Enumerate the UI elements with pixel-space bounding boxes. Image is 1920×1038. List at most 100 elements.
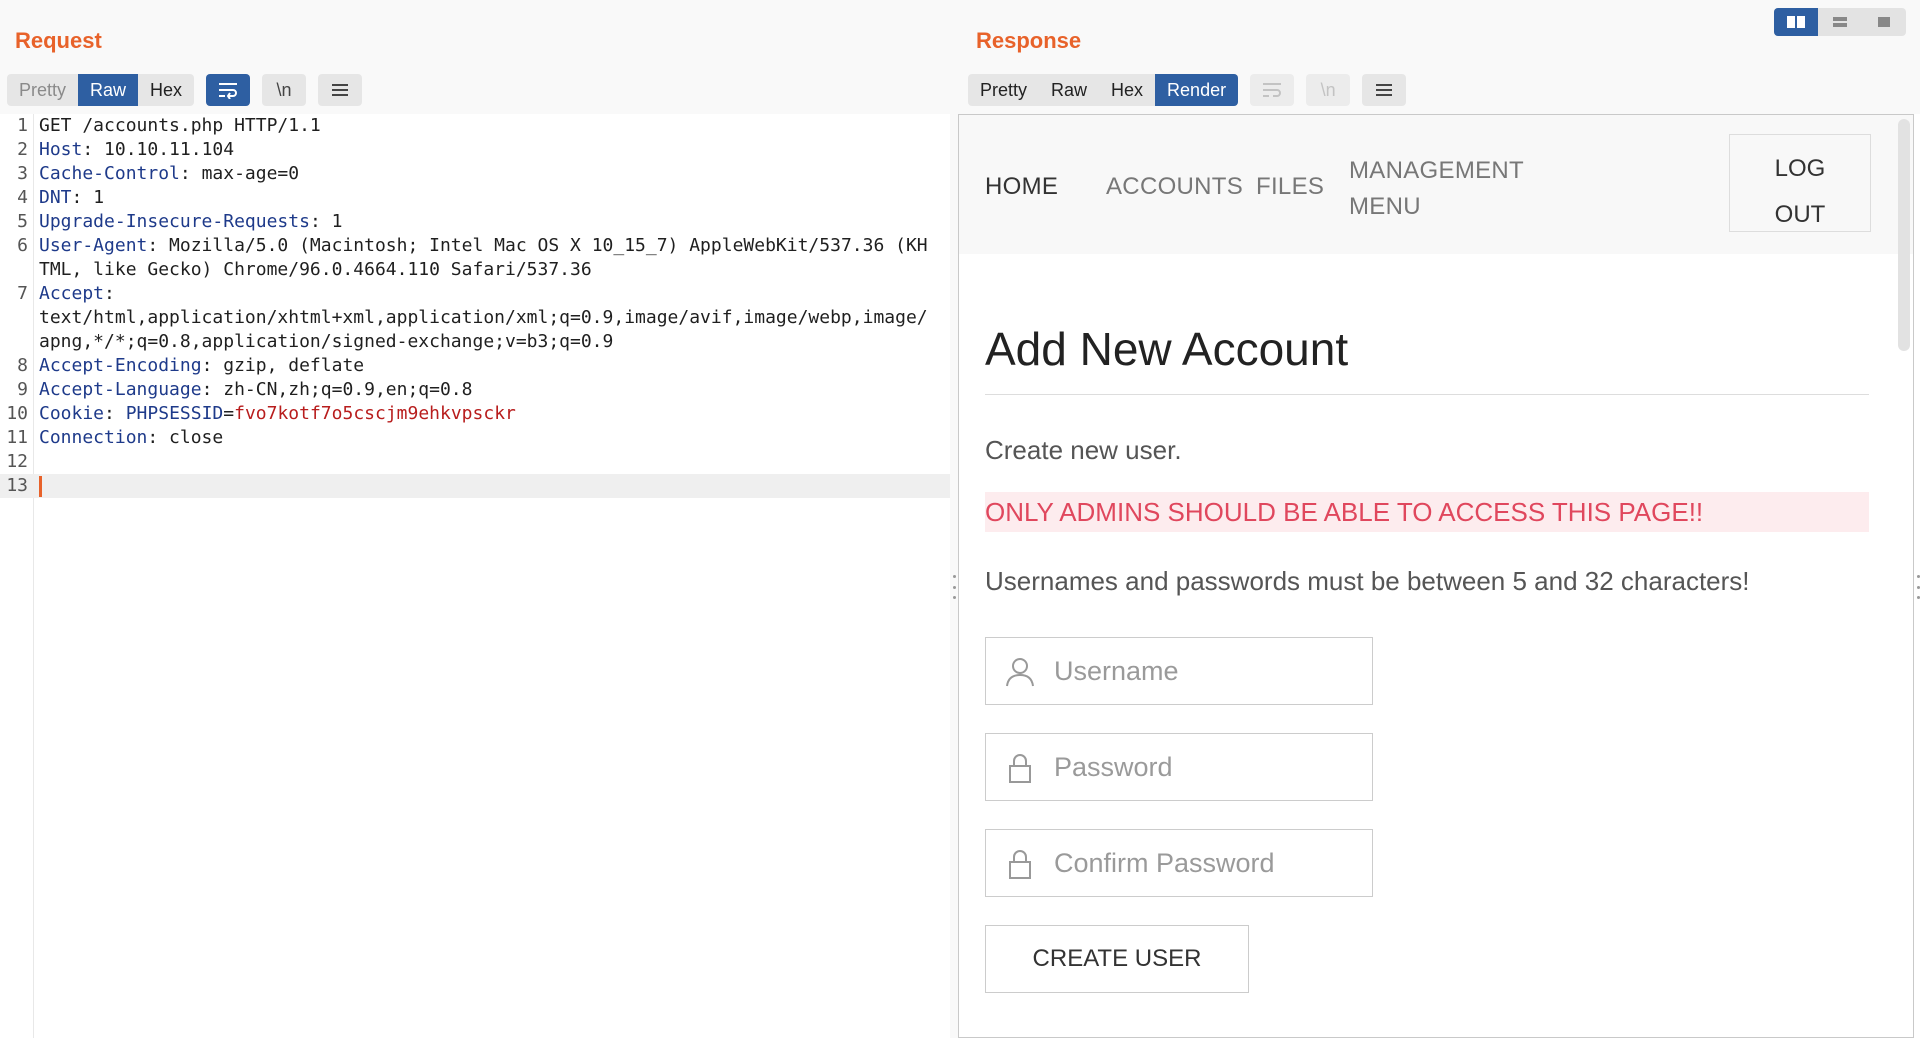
request-line[interactable]: 13 [0, 474, 950, 498]
request-tab-hex[interactable]: Hex [138, 74, 194, 106]
logout-button[interactable]: LOG OUT [1729, 134, 1871, 232]
response-menu-button[interactable] [1362, 74, 1407, 106]
request-wrap-button[interactable] [206, 74, 251, 106]
request-line[interactable]: 12 [0, 450, 950, 474]
response-tab-pretty[interactable]: Pretty [968, 74, 1039, 106]
header-value: : 1 [309, 211, 343, 232]
hamburger-icon [332, 84, 349, 96]
request-line[interactable]: 5 Upgrade-Insecure-Requests: 1 [0, 210, 950, 234]
right-edge-grip-icon[interactable] [1916, 575, 1920, 599]
line-code: Upgrade-Insecure-Requests: 1 [39, 210, 934, 234]
request-line[interactable]: 3 Cache-Control: max-age=0 [0, 162, 950, 186]
response-toolbar: Pretty Raw Hex Render \n [968, 74, 1407, 106]
admin-warning: ONLY ADMINS SHOULD BE ABLE TO ACCESS THI… [985, 492, 1869, 532]
layout-switcher [1774, 8, 1906, 36]
request-line[interactable]: 7 Accept: text/html,application/xhtml+xml… [0, 282, 950, 354]
nav-files-link[interactable]: FILES [1256, 173, 1324, 201]
password-placeholder: Password [1054, 752, 1173, 782]
header-key: Accept [39, 283, 105, 304]
header-key: Upgrade-Insecure-Requests [39, 211, 310, 232]
response-tab-render[interactable]: Render [1155, 74, 1239, 106]
response-tab-raw[interactable]: Raw [1039, 74, 1099, 106]
line-code: Accept-Language: zh-CN,zh;q=0.9,en;q=0.8 [39, 378, 934, 402]
request-toolbar: Pretty Raw Hex \n [7, 74, 363, 106]
lock-icon [1009, 850, 1031, 879]
header-value: : close [147, 427, 224, 448]
nav-home-link[interactable]: HOME [985, 173, 1058, 201]
header-key: Connection [39, 427, 148, 448]
header-value: : [104, 403, 126, 424]
line-number: 11 [6, 427, 28, 448]
request-line[interactable]: 8 Accept-Encoding: gzip, deflate [0, 354, 950, 378]
rendered-navbar: HOME ACCOUNTS FILES MANAGEMENT MENU LOG … [959, 115, 1913, 254]
request-line[interactable]: 11 Connection: close [0, 426, 950, 450]
page-title: Add New Account [985, 323, 1349, 375]
nav-management-line1: MANAGEMENT [1349, 157, 1525, 184]
line-code: User-Agent: Mozilla/5.0 (Macintosh; Inte… [39, 234, 934, 282]
password-input[interactable]: Password [985, 733, 1373, 801]
layout-single-button[interactable] [1862, 8, 1906, 36]
header-value: : zh-CN,zh;q=0.9,en;q=0.8 [201, 379, 473, 400]
request-line[interactable]: 9 Accept-Language: zh-CN,zh;q=0.9,en;q=0.… [0, 378, 950, 402]
request-header: Request Pretty Raw Hex \n [0, 0, 950, 114]
response-newline-button[interactable]: \n [1306, 74, 1351, 106]
line-code: Cache-Control: max-age=0 [39, 162, 934, 186]
request-tab-pretty[interactable]: Pretty [7, 74, 78, 106]
header-value: : 1 [71, 187, 105, 208]
nav-management-line2: MENU [1349, 193, 1421, 220]
nav-management-link[interactable]: MANAGEMENT MENU [1349, 153, 1524, 225]
confirm-password-input[interactable]: Confirm Password [985, 829, 1373, 897]
request-line[interactable]: 6 User-Agent: Mozilla/5.0 (Macintosh; Int… [0, 234, 950, 282]
request-tab-raw[interactable]: Raw [78, 74, 139, 106]
line-number: 2 [17, 139, 28, 160]
line-number: 7 [17, 283, 28, 304]
line-code: Accept-Encoding: gzip, deflate [39, 354, 934, 378]
line-code [39, 450, 934, 474]
username-placeholder: Username [1054, 656, 1179, 686]
response-header: Response Pretty Raw Hex Render \n [958, 0, 1920, 114]
line-code: Cookie: PHPSESSID=fvo7kotf7o5cscjm9ehkvp… [39, 402, 934, 426]
logout-line2: OUT [1774, 201, 1826, 228]
username-input[interactable]: Username [985, 637, 1373, 705]
header-value: : text/html,application/xhtml+xml,applic… [39, 283, 928, 352]
line-number: 1 [17, 115, 28, 136]
header-value: : 10.10.11.104 [82, 139, 235, 160]
line-code: Accept: text/html,application/xhtml+xml,… [39, 282, 934, 354]
header-value: : max-age=0 [179, 163, 300, 184]
line-number: 9 [17, 379, 28, 400]
request-newline-button[interactable]: \n [262, 74, 307, 106]
rows-icon [1833, 17, 1847, 27]
request-editor[interactable]: 1 GET /accounts.php HTTP/1.1 2 Host: 10.10.… [0, 114, 950, 1038]
layout-side-by-side-button[interactable] [1774, 8, 1818, 36]
request-lines: 1 GET /accounts.php HTTP/1.1 2 Host: 10.10.… [0, 114, 950, 498]
create-user-button[interactable]: CREATE USER [985, 925, 1249, 993]
hamburger-icon [1376, 84, 1393, 96]
logout-line1: LOG [1774, 155, 1826, 182]
render-scrollbar[interactable] [1898, 119, 1910, 351]
newline-icon: \n [1320, 79, 1336, 100]
request-line[interactable]: 4 DNT: 1 [0, 186, 950, 210]
request-view-tabs: Pretty Raw Hex [7, 74, 195, 106]
single-pane-icon [1878, 17, 1890, 27]
response-wrap-button[interactable] [1250, 74, 1295, 106]
pane-divider[interactable] [950, 0, 958, 1038]
divider-grip-icon[interactable] [952, 575, 956, 599]
line-number: 5 [17, 211, 28, 232]
line-number: 10 [6, 403, 28, 424]
line-number: 8 [17, 355, 28, 376]
request-line[interactable]: 1 GET /accounts.php HTTP/1.1 [0, 114, 950, 138]
confirm-password-placeholder: Confirm Password [1054, 848, 1275, 878]
line-code: Connection: close [39, 426, 934, 450]
line-code: GET /accounts.php HTTP/1.1 [39, 114, 934, 138]
lock-icon [1009, 754, 1031, 783]
header-key: Cache-Control [39, 163, 180, 184]
response-tab-hex[interactable]: Hex [1099, 74, 1155, 106]
header-value: GET /accounts.php HTTP/1.1 [39, 115, 321, 136]
layout-stacked-button[interactable] [1818, 8, 1862, 36]
request-menu-button[interactable] [318, 74, 363, 106]
nav-accounts-link[interactable]: ACCOUNTS [1106, 173, 1243, 201]
request-line[interactable]: 10 Cookie: PHPSESSID=fvo7kotf7o5cscjm9ehk… [0, 402, 950, 426]
line-code: DNT: 1 [39, 186, 934, 210]
request-line[interactable]: 2 Host: 10.10.11.104 [0, 138, 950, 162]
line-number: 6 [17, 235, 28, 256]
